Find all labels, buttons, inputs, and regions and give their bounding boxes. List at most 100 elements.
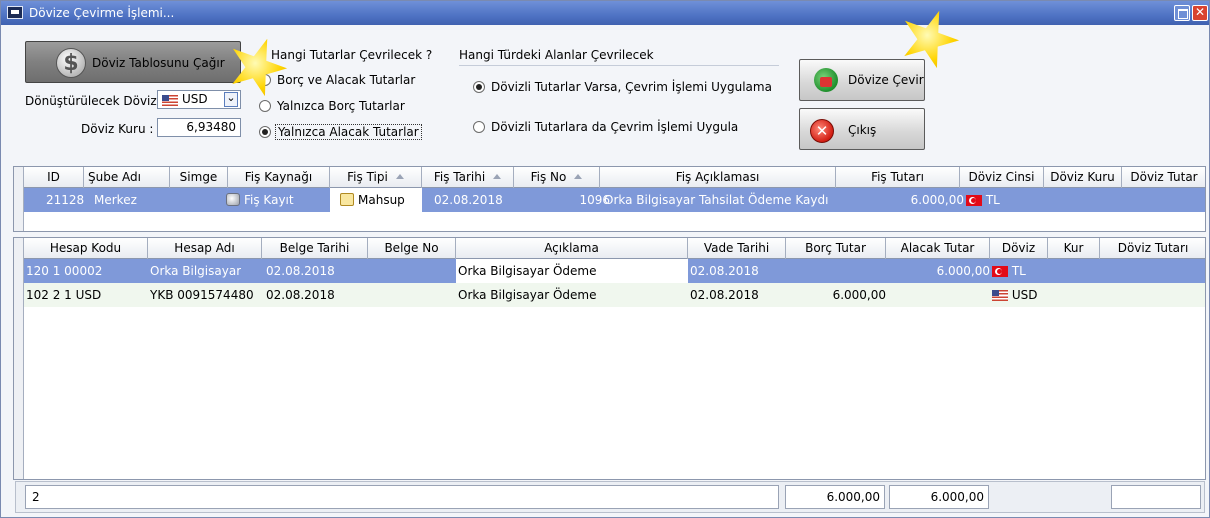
col-currency-amount[interactable]: Döviz Tutar bbox=[1122, 167, 1205, 188]
currency-select-value: USD bbox=[182, 92, 208, 106]
voucher-type-text: Mahsup bbox=[358, 193, 405, 207]
col-voucher-date-label: Fiş Tarihi bbox=[433, 170, 486, 184]
detail-currency-text: TL bbox=[1011, 264, 1026, 278]
detail-document-date: 02.08.2018 bbox=[266, 288, 335, 302]
footer-currency-total bbox=[1111, 485, 1201, 509]
voucher-grid: ID Şube Adı Simge Fiş Kaynağı Fiş Tipi F… bbox=[13, 166, 1206, 232]
detail-account-name: YKB 0091574480 bbox=[150, 288, 254, 302]
voucher-grid-header: ID Şube Adı Simge Fiş Kaynağı Fiş Tipi F… bbox=[14, 167, 1205, 188]
offset-voucher-icon bbox=[340, 193, 354, 206]
col-symbol[interactable]: Simge bbox=[170, 167, 228, 188]
col-branch[interactable]: Şube Adı bbox=[84, 167, 170, 188]
col-voucher-amount[interactable]: Fiş Tutarı bbox=[836, 167, 960, 188]
table-row[interactable]: 102 2 1 USD YKB 0091574480 02.08.2018 Or… bbox=[24, 283, 1205, 307]
detail-debit bbox=[786, 259, 886, 283]
detail-currency: TL bbox=[992, 259, 1026, 283]
voucher-row-indicator-header bbox=[14, 167, 24, 188]
us-flag-icon bbox=[992, 290, 1008, 301]
col-due-date[interactable]: Vade Tarihi bbox=[688, 238, 786, 259]
col-currency-type[interactable]: Döviz Cinsi bbox=[960, 167, 1044, 188]
voucher-record-icon bbox=[226, 193, 240, 206]
call-currency-table-label: Döviz Tablosunu Çağır bbox=[92, 56, 225, 70]
detail-row-indicator-column bbox=[14, 259, 24, 479]
radio-credit-only-label: Yalnızca Alacak Tutarlar bbox=[275, 124, 422, 140]
detail-debit: 6.000,00 bbox=[832, 288, 886, 302]
window-title: Dövize Çevirme İşlemi... bbox=[29, 6, 175, 20]
col-voucher-no[interactable]: Fiş No bbox=[514, 167, 600, 188]
turkey-flag-icon bbox=[992, 266, 1008, 277]
col-account-code[interactable]: Hesap Kodu bbox=[24, 238, 148, 259]
detail-due-date: 02.08.2018 bbox=[690, 264, 759, 278]
col-voucher-type-label: Fiş Tipi bbox=[347, 170, 388, 184]
detail-document-date: 02.08.2018 bbox=[266, 264, 335, 278]
detail-grid-header: Hesap Kodu Hesap Adı Belge Tarihi Belge … bbox=[14, 238, 1205, 259]
app-icon bbox=[7, 6, 23, 19]
maximize-button[interactable] bbox=[1174, 5, 1190, 21]
detail-due-date: 02.08.2018 bbox=[690, 288, 759, 302]
radio-skip-currency-fields-label: Dövizli Tutarlar Varsa, Çevrim İşlemi Uy… bbox=[491, 80, 772, 94]
voucher-date: 02.08.2018 bbox=[434, 193, 503, 207]
convert-to-currency-button[interactable]: Dövize Çevir bbox=[799, 59, 925, 101]
radio-debit-only-label: Yalnızca Borç Tutarlar bbox=[277, 99, 405, 113]
sort-arrow-icon bbox=[395, 174, 404, 179]
col-currency[interactable]: Döviz bbox=[990, 238, 1048, 259]
detail-credit bbox=[886, 283, 990, 307]
fields-group-divider bbox=[459, 65, 779, 66]
footer-row-count: 2 bbox=[25, 485, 779, 509]
convert-to-currency-label: Dövize Çevir bbox=[848, 73, 924, 87]
col-voucher-description[interactable]: Fiş Açıklaması bbox=[600, 167, 836, 188]
table-row[interactable]: 120 1 00002 Orka Bilgisayar 02.08.2018 O… bbox=[24, 259, 1205, 283]
fields-group-title: Hangi Türdeki Alanlar Çevrilecek bbox=[459, 48, 654, 62]
currency-label: Dönüştürülecek Döviz : bbox=[25, 94, 165, 108]
detail-credit: 6.000,00 bbox=[936, 264, 990, 278]
voucher-id: 21128 bbox=[46, 193, 85, 207]
footer-credit-total: 6.000,00 bbox=[889, 485, 989, 509]
sort-arrow-icon bbox=[493, 174, 502, 179]
col-credit-amount[interactable]: Alacak Tutar bbox=[886, 238, 990, 259]
detail-account-code: 120 1 00002 bbox=[26, 264, 103, 278]
currency-conversion-window: Dövize Çevirme İşlemi... ✕ $ Döviz Tablo… bbox=[0, 0, 1210, 518]
col-currency-total[interactable]: Döviz Tutarı bbox=[1100, 238, 1205, 259]
radio-debit-only[interactable] bbox=[259, 100, 271, 112]
col-document-no[interactable]: Belge No bbox=[368, 238, 456, 259]
detail-description: Orka Bilgisayar Ödeme bbox=[458, 288, 597, 302]
col-currency-rate[interactable]: Döviz Kuru bbox=[1044, 167, 1122, 188]
col-debit-amount[interactable]: Borç Tutar bbox=[786, 238, 886, 259]
col-id[interactable]: ID bbox=[24, 167, 84, 188]
exit-button[interactable]: ✕ Çıkış bbox=[799, 108, 925, 150]
radio-skip-currency-fields[interactable] bbox=[473, 81, 485, 93]
title-bar[interactable]: Dövize Çevirme İşlemi... ✕ bbox=[1, 1, 1209, 25]
exchange-rate-input[interactable]: 6,93480 bbox=[157, 118, 241, 137]
call-currency-table-button[interactable]: $ Döviz Tablosunu Çağır bbox=[25, 41, 241, 83]
detail-grid: Hesap Kodu Hesap Adı Belge Tarihi Belge … bbox=[13, 237, 1206, 480]
voucher-source-text: Fiş Kayıt bbox=[244, 193, 294, 207]
sort-arrow-icon bbox=[574, 174, 583, 179]
table-row[interactable]: 21128 Merkez Fiş Kayıt Mahsup 02.08.2018… bbox=[24, 188, 1205, 212]
col-voucher-type[interactable]: Fiş Tipi bbox=[330, 167, 422, 188]
col-rate[interactable]: Kur bbox=[1048, 238, 1100, 259]
exchange-rate-label: Döviz Kuru : bbox=[81, 122, 154, 136]
footer-debit-total: 6.000,00 bbox=[785, 485, 885, 509]
chevron-down-icon[interactable]: ⌄ bbox=[224, 92, 238, 107]
radio-credit-only[interactable] bbox=[259, 126, 271, 138]
voucher-currency-text: TL bbox=[985, 193, 1000, 207]
convert-icon bbox=[814, 68, 838, 92]
radio-convert-currency-fields[interactable] bbox=[473, 121, 485, 133]
detail-account-name: Orka Bilgisayar bbox=[150, 264, 242, 278]
detail-currency-text: USD bbox=[1011, 288, 1038, 302]
col-account-name[interactable]: Hesap Adı bbox=[148, 238, 262, 259]
col-voucher-source[interactable]: Fiş Kaynağı bbox=[228, 167, 330, 188]
voucher-type: Mahsup bbox=[330, 188, 422, 212]
amounts-group-title: Hangi Tutarlar Çevrilecek ? bbox=[271, 48, 433, 62]
col-voucher-no-label: Fiş No bbox=[530, 170, 567, 184]
col-description[interactable]: Açıklama bbox=[456, 238, 688, 259]
col-voucher-date[interactable]: Fiş Tarihi bbox=[422, 167, 514, 188]
voucher-description: Orka Bilgisayar Tahsilat Ödeme Kaydı bbox=[604, 193, 829, 207]
dollar-icon: $ bbox=[56, 48, 86, 78]
currency-select[interactable]: USD ⌄ bbox=[157, 90, 241, 109]
voucher-branch: Merkez bbox=[94, 193, 137, 207]
close-button[interactable]: ✕ bbox=[1192, 5, 1208, 21]
detail-currency: USD bbox=[992, 283, 1037, 307]
detail-description: Orka Bilgisayar Ödeme bbox=[456, 259, 688, 283]
col-document-date[interactable]: Belge Tarihi bbox=[262, 238, 368, 259]
